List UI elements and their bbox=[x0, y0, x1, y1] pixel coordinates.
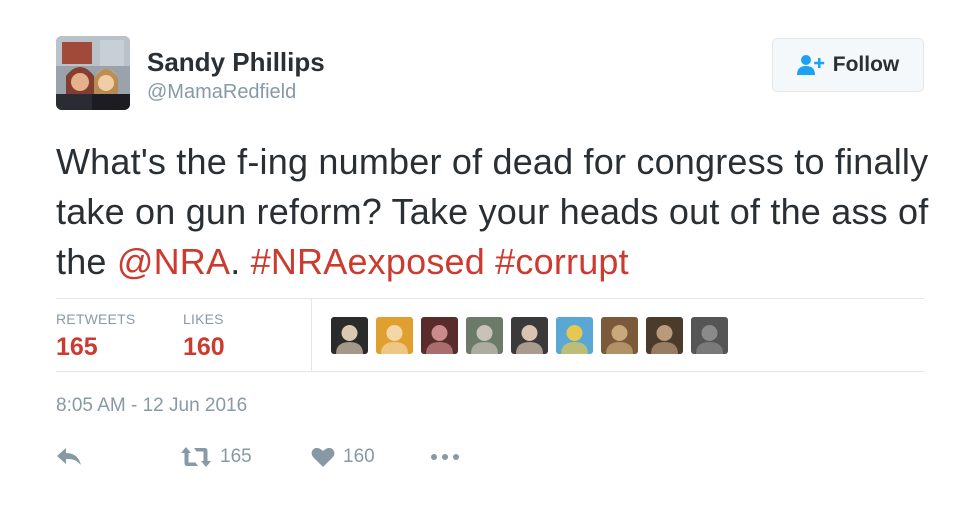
hashtag-link[interactable]: #corrupt bbox=[495, 241, 629, 282]
tweet-actions: 165 160 bbox=[56, 441, 656, 473]
liker-avatar[interactable] bbox=[421, 317, 458, 354]
liker-avatar[interactable] bbox=[646, 317, 683, 354]
more-icon bbox=[430, 453, 460, 461]
heart-icon bbox=[311, 446, 335, 468]
liker-avatar[interactable] bbox=[376, 317, 413, 354]
retweet-count: 165 bbox=[220, 446, 252, 467]
reply-button[interactable] bbox=[56, 441, 82, 473]
liker-avatar[interactable] bbox=[331, 317, 368, 354]
follow-button-label: Follow bbox=[832, 53, 900, 76]
tweet-card: Sandy Phillips @MamaRedfield Follow What… bbox=[0, 0, 980, 513]
liker-avatar[interactable] bbox=[466, 317, 503, 354]
tweet-header: Sandy Phillips @MamaRedfield Follow bbox=[56, 36, 926, 112]
tweet-stats: RETWEETS 165 LIKES 160 bbox=[56, 299, 924, 371]
like-count: 160 bbox=[343, 446, 375, 467]
hashtag-link[interactable]: #NRAexposed bbox=[251, 241, 485, 282]
follow-button[interactable]: Follow bbox=[772, 38, 924, 92]
stats-separator bbox=[311, 299, 312, 371]
user-name[interactable]: Sandy Phillips bbox=[147, 47, 325, 78]
mention-link[interactable]: @NRA bbox=[117, 241, 230, 282]
liker-avatar[interactable] bbox=[511, 317, 548, 354]
user-handle[interactable]: @MamaRedfield bbox=[147, 81, 296, 104]
tweet-text-part: . bbox=[230, 241, 251, 282]
retweet-button[interactable]: 165 bbox=[180, 441, 252, 473]
like-button[interactable]: 160 bbox=[311, 441, 375, 473]
likers-list bbox=[331, 317, 728, 355]
reply-icon bbox=[56, 447, 82, 467]
retweets-count: 165 bbox=[56, 333, 98, 361]
tweet-text: What's the f-ing number of dead for cong… bbox=[56, 137, 936, 287]
retweet-icon bbox=[180, 446, 212, 468]
retweets-stat[interactable]: RETWEETS 165 bbox=[56, 311, 135, 362]
liker-avatar[interactable] bbox=[601, 317, 638, 354]
likes-label: LIKES bbox=[183, 311, 224, 327]
likes-stat[interactable]: LIKES 160 bbox=[183, 311, 225, 362]
avatar[interactable] bbox=[56, 36, 130, 110]
divider bbox=[56, 371, 924, 372]
add-user-icon bbox=[796, 54, 825, 76]
tweet-text-part bbox=[485, 241, 495, 282]
more-options-button[interactable] bbox=[430, 441, 460, 473]
liker-avatar[interactable] bbox=[556, 317, 593, 354]
tweet-timestamp[interactable]: 8:05 AM - 12 Jun 2016 bbox=[56, 395, 247, 417]
retweets-label: RETWEETS bbox=[56, 311, 136, 327]
liker-avatar[interactable] bbox=[691, 317, 728, 354]
likes-count: 160 bbox=[183, 333, 225, 361]
